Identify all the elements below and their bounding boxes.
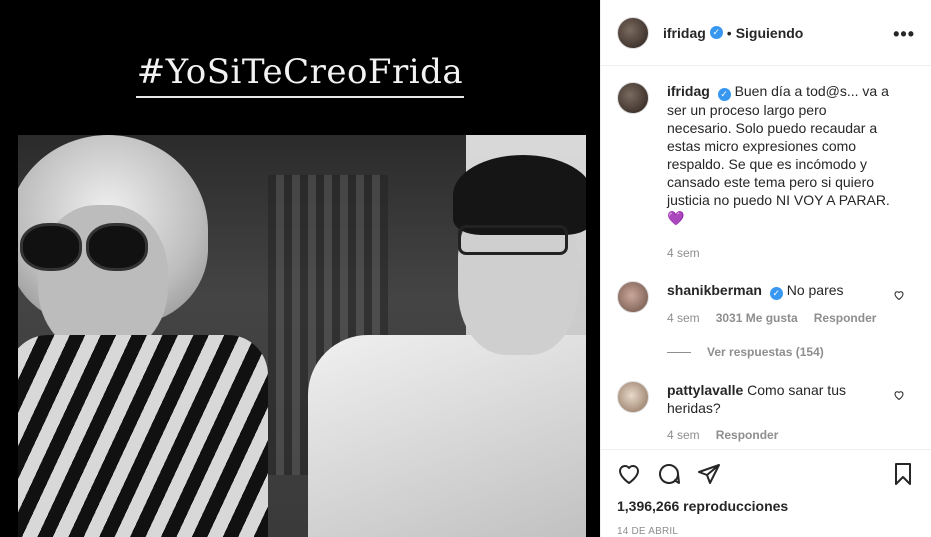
replies-divider bbox=[667, 351, 691, 353]
hashtag-text: #YoSiTeCreoFrida bbox=[136, 52, 464, 92]
post-sidebar: ifridag ✓ • Siguiendo ••• ifridag ✓ Buen… bbox=[600, 0, 931, 537]
caption-username[interactable]: ifridag bbox=[667, 83, 710, 99]
share-icon[interactable] bbox=[697, 462, 721, 486]
verified-badge-icon: ✓ bbox=[709, 26, 723, 39]
author-avatar[interactable] bbox=[617, 16, 649, 49]
photo-woman-striped-jacket bbox=[18, 335, 268, 537]
author-username[interactable]: ifridag bbox=[663, 25, 706, 41]
verified-badge-icon: ✓ bbox=[717, 88, 731, 101]
view-replies-label: Ver respuestas (154) bbox=[707, 345, 824, 359]
heart-icon[interactable] bbox=[617, 462, 641, 486]
photo-man-glasses bbox=[458, 225, 568, 255]
post-header: ifridag ✓ • Siguiendo ••• bbox=[601, 0, 931, 66]
comment-body: pattylavalle Como sanar tus heridas? 4 s… bbox=[667, 381, 915, 444]
more-options-icon[interactable]: ••• bbox=[893, 24, 915, 45]
bookmark-icon[interactable] bbox=[891, 462, 915, 486]
action-icons-row bbox=[617, 450, 915, 498]
like-comment-heart-icon[interactable] bbox=[893, 389, 905, 401]
verified-badge-icon: ✓ bbox=[769, 287, 783, 300]
reply-button[interactable]: Responder bbox=[716, 426, 779, 444]
comment-meta: 4 sem Responder bbox=[667, 426, 893, 444]
photo-man-shirt bbox=[308, 335, 586, 537]
photo-sunglasses-left bbox=[20, 223, 82, 271]
post-actions: 1,396,266 reproducciones 14 DE ABRIL bbox=[601, 449, 931, 537]
comment-time[interactable]: 4 sem bbox=[667, 426, 700, 444]
comment-username[interactable]: pattylavalle bbox=[667, 382, 743, 398]
comments-section[interactable]: ifridag ✓ Buen día a tod@s... va a ser u… bbox=[601, 66, 931, 449]
commenter-avatar[interactable] bbox=[617, 381, 649, 413]
comment-body: shanikberman ✓ No pares 4 sem 3031 Me gu… bbox=[667, 281, 915, 327]
caption-time[interactable]: 4 sem bbox=[667, 244, 700, 262]
view-count[interactable]: 1,396,266 reproducciones bbox=[617, 498, 915, 514]
view-replies-button[interactable]: Ver respuestas (154) bbox=[667, 345, 915, 359]
comment-likes[interactable]: 3031 Me gusta bbox=[716, 309, 798, 327]
caption-body: ifridag ✓ Buen día a tod@s... va a ser u… bbox=[667, 82, 915, 262]
post-photo bbox=[18, 135, 586, 537]
photo-man-hair bbox=[453, 155, 586, 235]
post-media[interactable]: #YoSiTeCreoFrida bbox=[0, 0, 600, 537]
comment-meta: 4 sem 3031 Me gusta Responder bbox=[667, 309, 893, 327]
following-button[interactable]: Siguiendo bbox=[736, 25, 804, 41]
caption-meta: 4 sem bbox=[667, 244, 893, 262]
photo-sunglasses-right bbox=[86, 223, 148, 271]
comment-icon[interactable] bbox=[657, 462, 681, 486]
reply-button[interactable]: Responder bbox=[814, 309, 877, 327]
comment-text: No pares bbox=[786, 282, 844, 298]
header-separator: • bbox=[726, 24, 732, 41]
commenter-avatar[interactable] bbox=[617, 281, 649, 313]
like-comment-heart-icon[interactable] bbox=[893, 289, 905, 301]
comment-item: pattylavalle Como sanar tus heridas? 4 s… bbox=[617, 381, 915, 444]
comment-username[interactable]: shanikberman bbox=[667, 282, 762, 298]
caption: ifridag ✓ Buen día a tod@s... va a ser u… bbox=[617, 82, 915, 262]
post-date[interactable]: 14 DE ABRIL bbox=[617, 526, 915, 537]
comment-item: shanikberman ✓ No pares 4 sem 3031 Me gu… bbox=[617, 281, 915, 327]
comment-time[interactable]: 4 sem bbox=[667, 309, 700, 327]
hashtag-underline bbox=[136, 96, 464, 98]
caption-avatar[interactable] bbox=[617, 82, 649, 114]
caption-text: Buen día a tod@s... va a ser un proceso … bbox=[667, 83, 890, 226]
hashtag-title: #YoSiTeCreoFrida bbox=[0, 52, 600, 98]
